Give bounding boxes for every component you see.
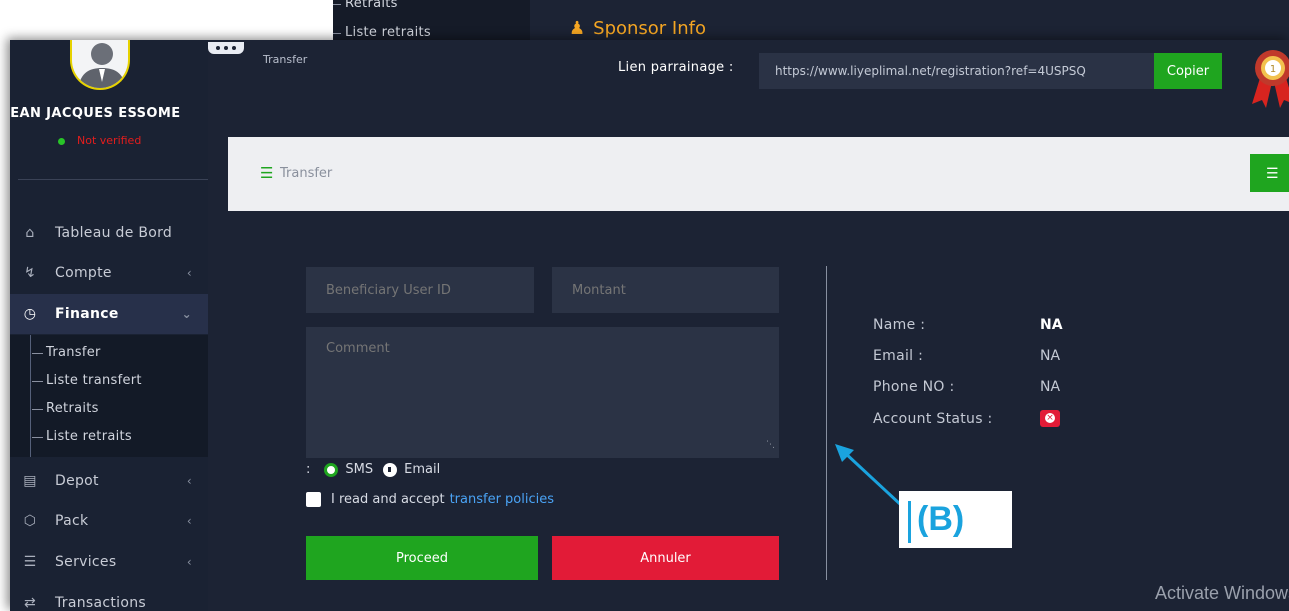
award-medal-icon: 1 [1252,50,1289,108]
breadcrumb: Transfer [263,53,308,66]
user-icon: ♟ [569,18,586,39]
account-status-label: Account Status : [873,411,993,427]
verification-status: Not verified [77,134,142,147]
chevron-left-icon: ‹ [186,474,192,488]
submenu-item-retraits[interactable]: Retraits [32,401,99,416]
clock-icon: ◷ [23,306,37,322]
phone-label: Phone NO : [873,379,955,395]
submenu-item-liste-transfert[interactable]: Liste transfert [32,373,142,388]
amount-input[interactable] [552,267,779,313]
sidebar-item-tableau-de-bord[interactable]: ⌂ Tableau de Bord [10,213,208,253]
comment-textarea[interactable] [306,327,779,458]
topbar: Transfer Lien parrainage : Copier 1 [208,40,1289,118]
accept-policy-row: I read and accept transfer policies [306,492,554,507]
sidebar: JEAN JACQUES ESSOME Not verified ⌂ Table… [10,40,208,611]
name-label: Name : [873,317,926,333]
card-icon: ▤ [23,473,37,489]
bg-submenu-item[interactable]: Retraits [333,0,398,11]
proceed-button[interactable]: Proceed [306,536,538,580]
name-value: NA [1040,317,1063,333]
chevron-left-icon: ‹ [186,555,192,569]
sidebar-item-transactions[interactable]: ⇄ Transactions [10,583,208,611]
sidebar-item-services[interactable]: ☰ Services ‹ [10,542,208,582]
list-icon: ☰ [23,554,37,570]
copy-button[interactable]: Copier [1154,53,1222,89]
resize-grip-icon[interactable]: ⋱ [766,440,775,450]
list-icon: ☰ [260,164,274,182]
sidebar-item-depot[interactable]: ▤ Depot ‹ [10,461,208,501]
home-icon: ⌂ [25,225,35,241]
box-icon: ⬡ [23,513,37,529]
chevron-left-icon: ‹ [186,514,192,528]
referral-link-input[interactable] [759,53,1154,89]
page-title: Transfer [280,166,333,181]
accept-policy-text: I read and accept [331,492,445,507]
transfer-policies-link[interactable]: transfer policies [450,492,554,507]
radio-prefix: : [306,462,311,477]
submenu-line [30,335,31,457]
user-name: JEAN JACQUES ESSOME [10,106,181,121]
chevron-down-icon: ⌄ [181,307,192,321]
sidebar-item-compte[interactable]: ↯ Compte ‹ [10,253,208,293]
sidebar-item-pack[interactable]: ⬡ Pack ‹ [10,501,208,541]
vertical-divider [826,266,827,580]
avatar [70,40,130,90]
sidebar-divider [18,179,208,180]
transfer-panel: ⋱ : SMS Email I read and accept transfer… [228,230,1289,611]
activate-windows-watermark: Activate Windows [1155,583,1289,603]
sponsor-info-title: ♟ Sponsor Info [569,18,706,39]
sms-radio[interactable] [324,462,339,477]
sidebar-item-finance[interactable]: ◷ Finance ⌄ [10,294,208,334]
cancel-button[interactable]: Annuler [552,536,779,580]
svg-text:1: 1 [1270,64,1276,75]
key-icon: ↯ [23,265,37,281]
email-radio[interactable] [383,462,398,477]
email-value: NA [1040,348,1061,364]
bg-submenu-item[interactable]: Liste retraits [333,25,431,40]
referral-label: Lien parrainage : [618,60,734,75]
sms-label: SMS [345,462,374,477]
finance-submenu: Transfer Liste transfert Retraits Liste … [10,335,208,457]
email-label: Email : [873,348,924,364]
status-dot-icon [58,138,65,145]
email-label: Email [404,462,441,477]
annotation-label: (B) [899,491,1012,548]
accept-policy-checkbox[interactable] [306,492,321,507]
menu-toggle-icon[interactable] [208,42,244,54]
app-window: JEAN JACQUES ESSOME Not verified ⌂ Table… [10,40,1289,611]
account-status-close-icon [1040,410,1060,427]
transfer-arrows-icon: ⇄ [23,595,37,611]
notification-method: : SMS Email [306,462,440,477]
beneficiary-user-id-input[interactable] [306,267,534,313]
list-view-button[interactable]: ☰ [1250,154,1289,192]
phone-value: NA [1040,379,1061,395]
submenu-item-liste-retraits[interactable]: Liste retraits [31,429,132,444]
chevron-left-icon: ‹ [186,266,192,280]
submenu-item-transfer[interactable]: Transfer [32,345,101,360]
page-header: ☰ Transfer ☰ [228,137,1289,211]
